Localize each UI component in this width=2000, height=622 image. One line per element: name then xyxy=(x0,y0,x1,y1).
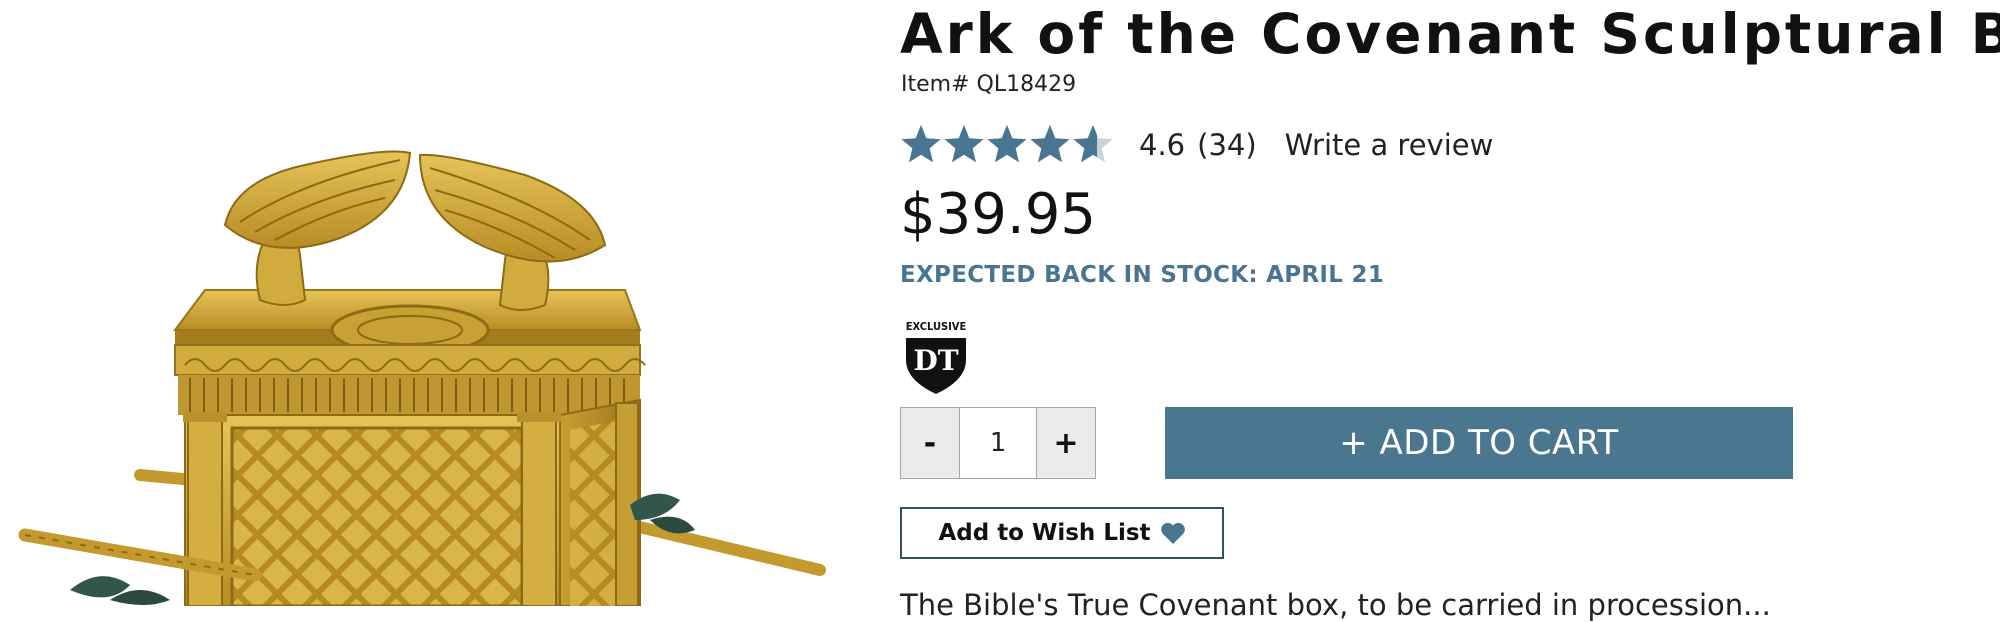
rating-score: 4.6 xyxy=(1139,128,1186,162)
badge-initials: DT xyxy=(913,344,958,377)
badge-label: EXCLUSIVE xyxy=(906,320,967,333)
star-icon-filled-row xyxy=(901,125,1097,163)
quantity-stepper: - + xyxy=(900,407,1096,479)
rating-row: 4.6 (34) Write a review xyxy=(900,122,1493,168)
star-icon xyxy=(1073,125,1097,163)
star-icon xyxy=(901,125,941,163)
star-icon xyxy=(944,125,984,163)
wishlist-label: Add to Wish List xyxy=(938,520,1151,546)
product-price: $39.95 xyxy=(900,182,1096,247)
product-description: The Bible's True Covenant box, to be car… xyxy=(900,588,1771,622)
item-number: Item# QL18429 xyxy=(901,72,1077,97)
ark-sculpture-illustration xyxy=(18,150,826,606)
heart-icon xyxy=(1160,521,1186,545)
rating-count[interactable]: (34) xyxy=(1197,128,1257,162)
quantity-decrease-button[interactable]: - xyxy=(900,407,960,479)
exclusive-badge-icon: EXCLUSIVE DT xyxy=(900,318,972,394)
star-rating-fill xyxy=(900,122,1097,168)
product-info-panel: Ark of the Covenant Sculptural Box Item#… xyxy=(900,0,2000,622)
product-image[interactable] xyxy=(0,0,860,606)
star-rating[interactable] xyxy=(900,122,1114,168)
quantity-increase-button[interactable]: + xyxy=(1036,407,1096,479)
star-icon xyxy=(1030,125,1070,163)
star-icon xyxy=(987,125,1027,163)
product-title: Ark of the Covenant Sculptural Box xyxy=(900,2,2000,66)
add-to-cart-button[interactable]: + ADD TO CART xyxy=(1165,407,1793,479)
write-review-link[interactable]: Write a review xyxy=(1285,128,1494,162)
stock-status: EXPECTED BACK IN STOCK: APRIL 21 xyxy=(900,262,1385,288)
quantity-input[interactable] xyxy=(960,407,1036,479)
add-to-wishlist-button[interactable]: Add to Wish List xyxy=(900,507,1224,559)
